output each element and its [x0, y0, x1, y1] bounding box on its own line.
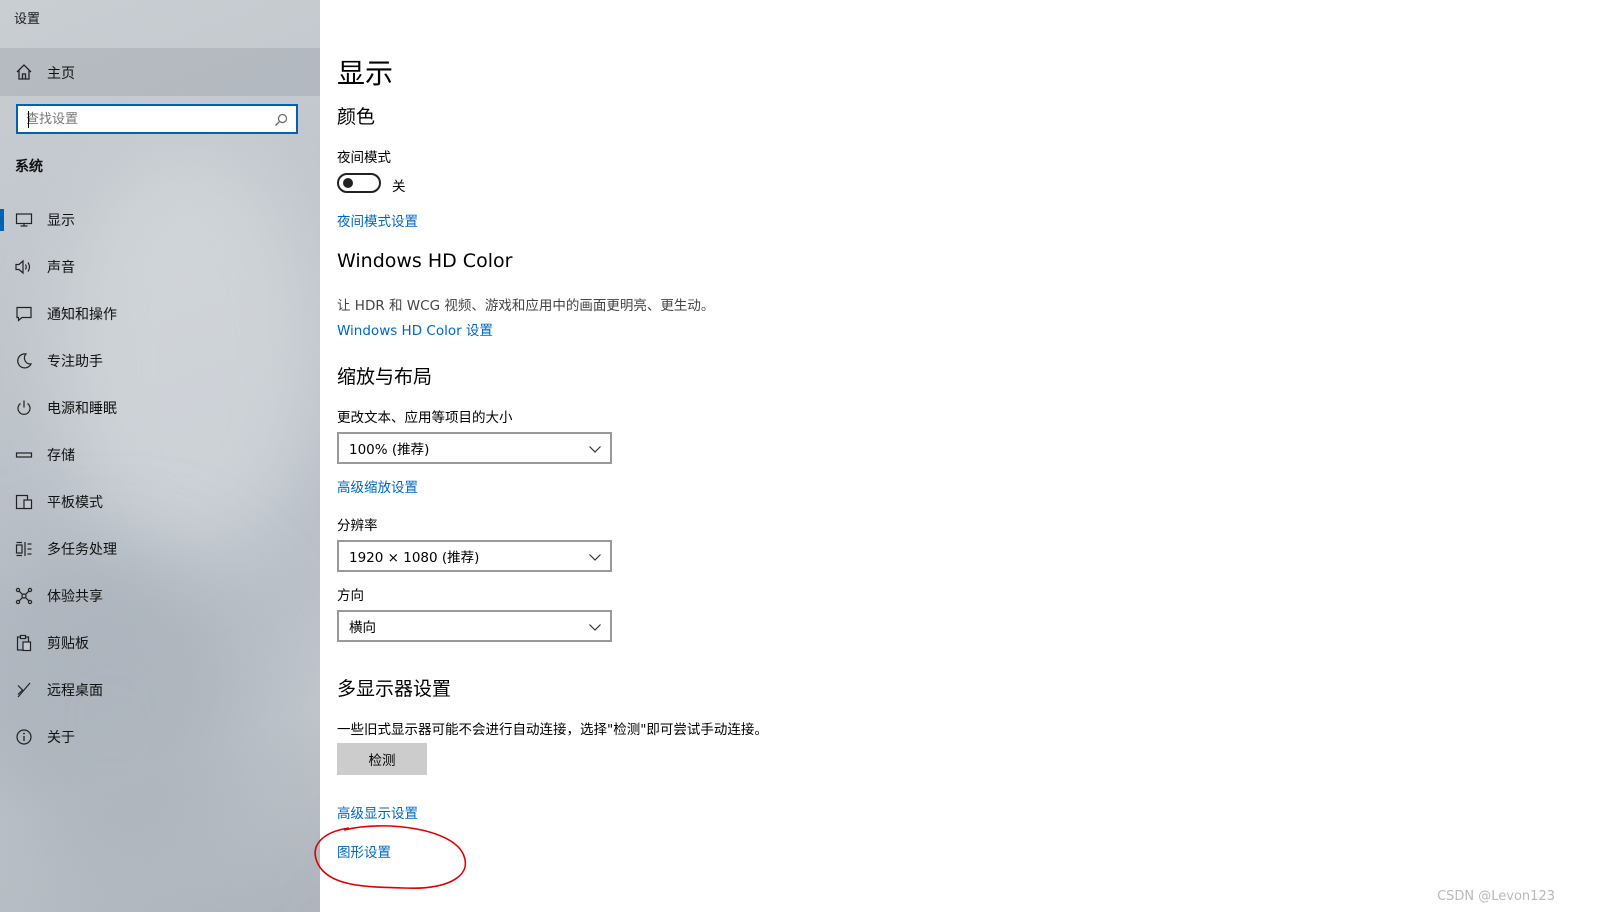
search-box[interactable]: [16, 104, 298, 134]
sidebar-item-about[interactable]: 关于: [0, 717, 320, 757]
sidebar-item-notifications[interactable]: 通知和操作: [0, 294, 320, 334]
sidebar-item-multitasking[interactable]: 多任务处理: [0, 529, 320, 569]
hdr-settings-link[interactable]: Windows HD Color 设置: [337, 319, 493, 339]
resolution-label: 分辨率: [337, 518, 378, 534]
orientation-dropdown[interactable]: 横向: [337, 610, 612, 642]
multi-display-description: 一些旧式显示器可能不会进行自动连接，选择"检测"即可尝试手动连接。: [337, 722, 768, 738]
detect-button[interactable]: 检测: [337, 743, 427, 775]
night-mode-label: 夜间模式: [337, 150, 391, 166]
section-heading-scale: 缩放与布局: [337, 366, 433, 388]
section-heading-hdr: Windows HD Color: [337, 250, 513, 272]
resolution-value: 1920 × 1080 (推荐): [349, 550, 480, 566]
home-icon: [14, 62, 34, 82]
speaker-icon: [14, 257, 34, 277]
tablet-icon: [14, 492, 34, 512]
hdr-description: 让 HDR 和 WCG 视频、游戏和应用中的画面更明亮、更生动。: [337, 298, 715, 314]
clipboard-icon: [14, 633, 34, 653]
sidebar-item-shared-experiences[interactable]: 体验共享: [0, 576, 320, 616]
multitask-icon: [14, 539, 34, 559]
moon-icon: [14, 351, 34, 371]
sidebar-item-label: 专注助手: [47, 354, 103, 370]
sidebar-item-label: 声音: [47, 260, 75, 276]
night-mode-settings-link[interactable]: 夜间模式设置: [337, 210, 418, 230]
sidebar-item-power[interactable]: 电源和睡眠: [0, 388, 320, 428]
sidebar-item-label: 平板模式: [47, 495, 103, 511]
night-mode-toggle[interactable]: [337, 173, 381, 193]
share-icon: [14, 586, 34, 606]
sidebar-item-label: 通知和操作: [47, 307, 117, 323]
sidebar-item-label: 多任务处理: [47, 542, 117, 558]
sidebar-item-sound[interactable]: 声音: [0, 247, 320, 287]
sidebar-group-heading: 系统: [15, 159, 43, 175]
active-indicator: [0, 209, 4, 231]
sidebar-item-tablet[interactable]: 平板模式: [0, 482, 320, 522]
sidebar-item-label: 显示: [47, 213, 75, 229]
watermark: CSDN @Levon123: [1437, 889, 1555, 904]
chevron-down-icon: [588, 619, 602, 633]
storage-icon: [14, 445, 34, 465]
scale-value: 100% (推荐): [349, 442, 430, 458]
sidebar-item-clipboard[interactable]: 剪贴板: [0, 623, 320, 663]
resolution-dropdown[interactable]: 1920 × 1080 (推荐): [337, 540, 612, 572]
scale-dropdown[interactable]: 100% (推荐): [337, 432, 612, 464]
main-content: 显示 颜色 夜间模式 关 夜间模式设置 Windows HD Color 让 H…: [314, 0, 1599, 912]
sidebar-item-display[interactable]: 显示: [0, 200, 320, 240]
sidebar-item-storage[interactable]: 存储: [0, 435, 320, 475]
info-icon: [14, 727, 34, 747]
annotation-circle: [314, 825, 467, 889]
remote-icon: [14, 680, 34, 700]
sidebar-item-label: 电源和睡眠: [47, 401, 117, 417]
message-icon: [14, 304, 34, 324]
advanced-scaling-link[interactable]: 高级缩放设置: [337, 476, 418, 496]
window-title: 设置: [14, 12, 41, 27]
page-title: 显示: [337, 57, 394, 90]
sidebar-item-focus-assist[interactable]: 专注助手: [0, 341, 320, 381]
section-heading-color: 颜色: [337, 106, 376, 128]
chevron-down-icon: [588, 549, 602, 563]
night-mode-state: 关: [392, 179, 406, 195]
chevron-down-icon: [588, 441, 602, 455]
section-heading-multi-display: 多显示器设置: [337, 678, 452, 700]
monitor-icon: [14, 210, 34, 230]
sidebar-item-label: 远程桌面: [47, 683, 103, 699]
search-icon[interactable]: [274, 112, 288, 126]
sidebar-home-label: 主页: [47, 66, 75, 82]
power-icon: [14, 398, 34, 418]
size-label: 更改文本、应用等项目的大小: [337, 410, 513, 426]
orientation-value: 横向: [349, 620, 376, 636]
sidebar-home[interactable]: 主页: [0, 48, 320, 96]
sidebar-item-label: 存储: [47, 448, 75, 464]
sidebar-item-label: 剪贴板: [47, 636, 89, 652]
sidebar-item-label: 体验共享: [47, 589, 103, 605]
orientation-label: 方向: [337, 588, 364, 604]
sidebar: 设置 主页 系统 显示 声音 通知和操作: [0, 0, 320, 912]
sidebar-item-label: 关于: [47, 730, 75, 746]
search-input[interactable]: [18, 107, 266, 131]
sidebar-item-remote-desktop[interactable]: 远程桌面: [0, 670, 320, 710]
